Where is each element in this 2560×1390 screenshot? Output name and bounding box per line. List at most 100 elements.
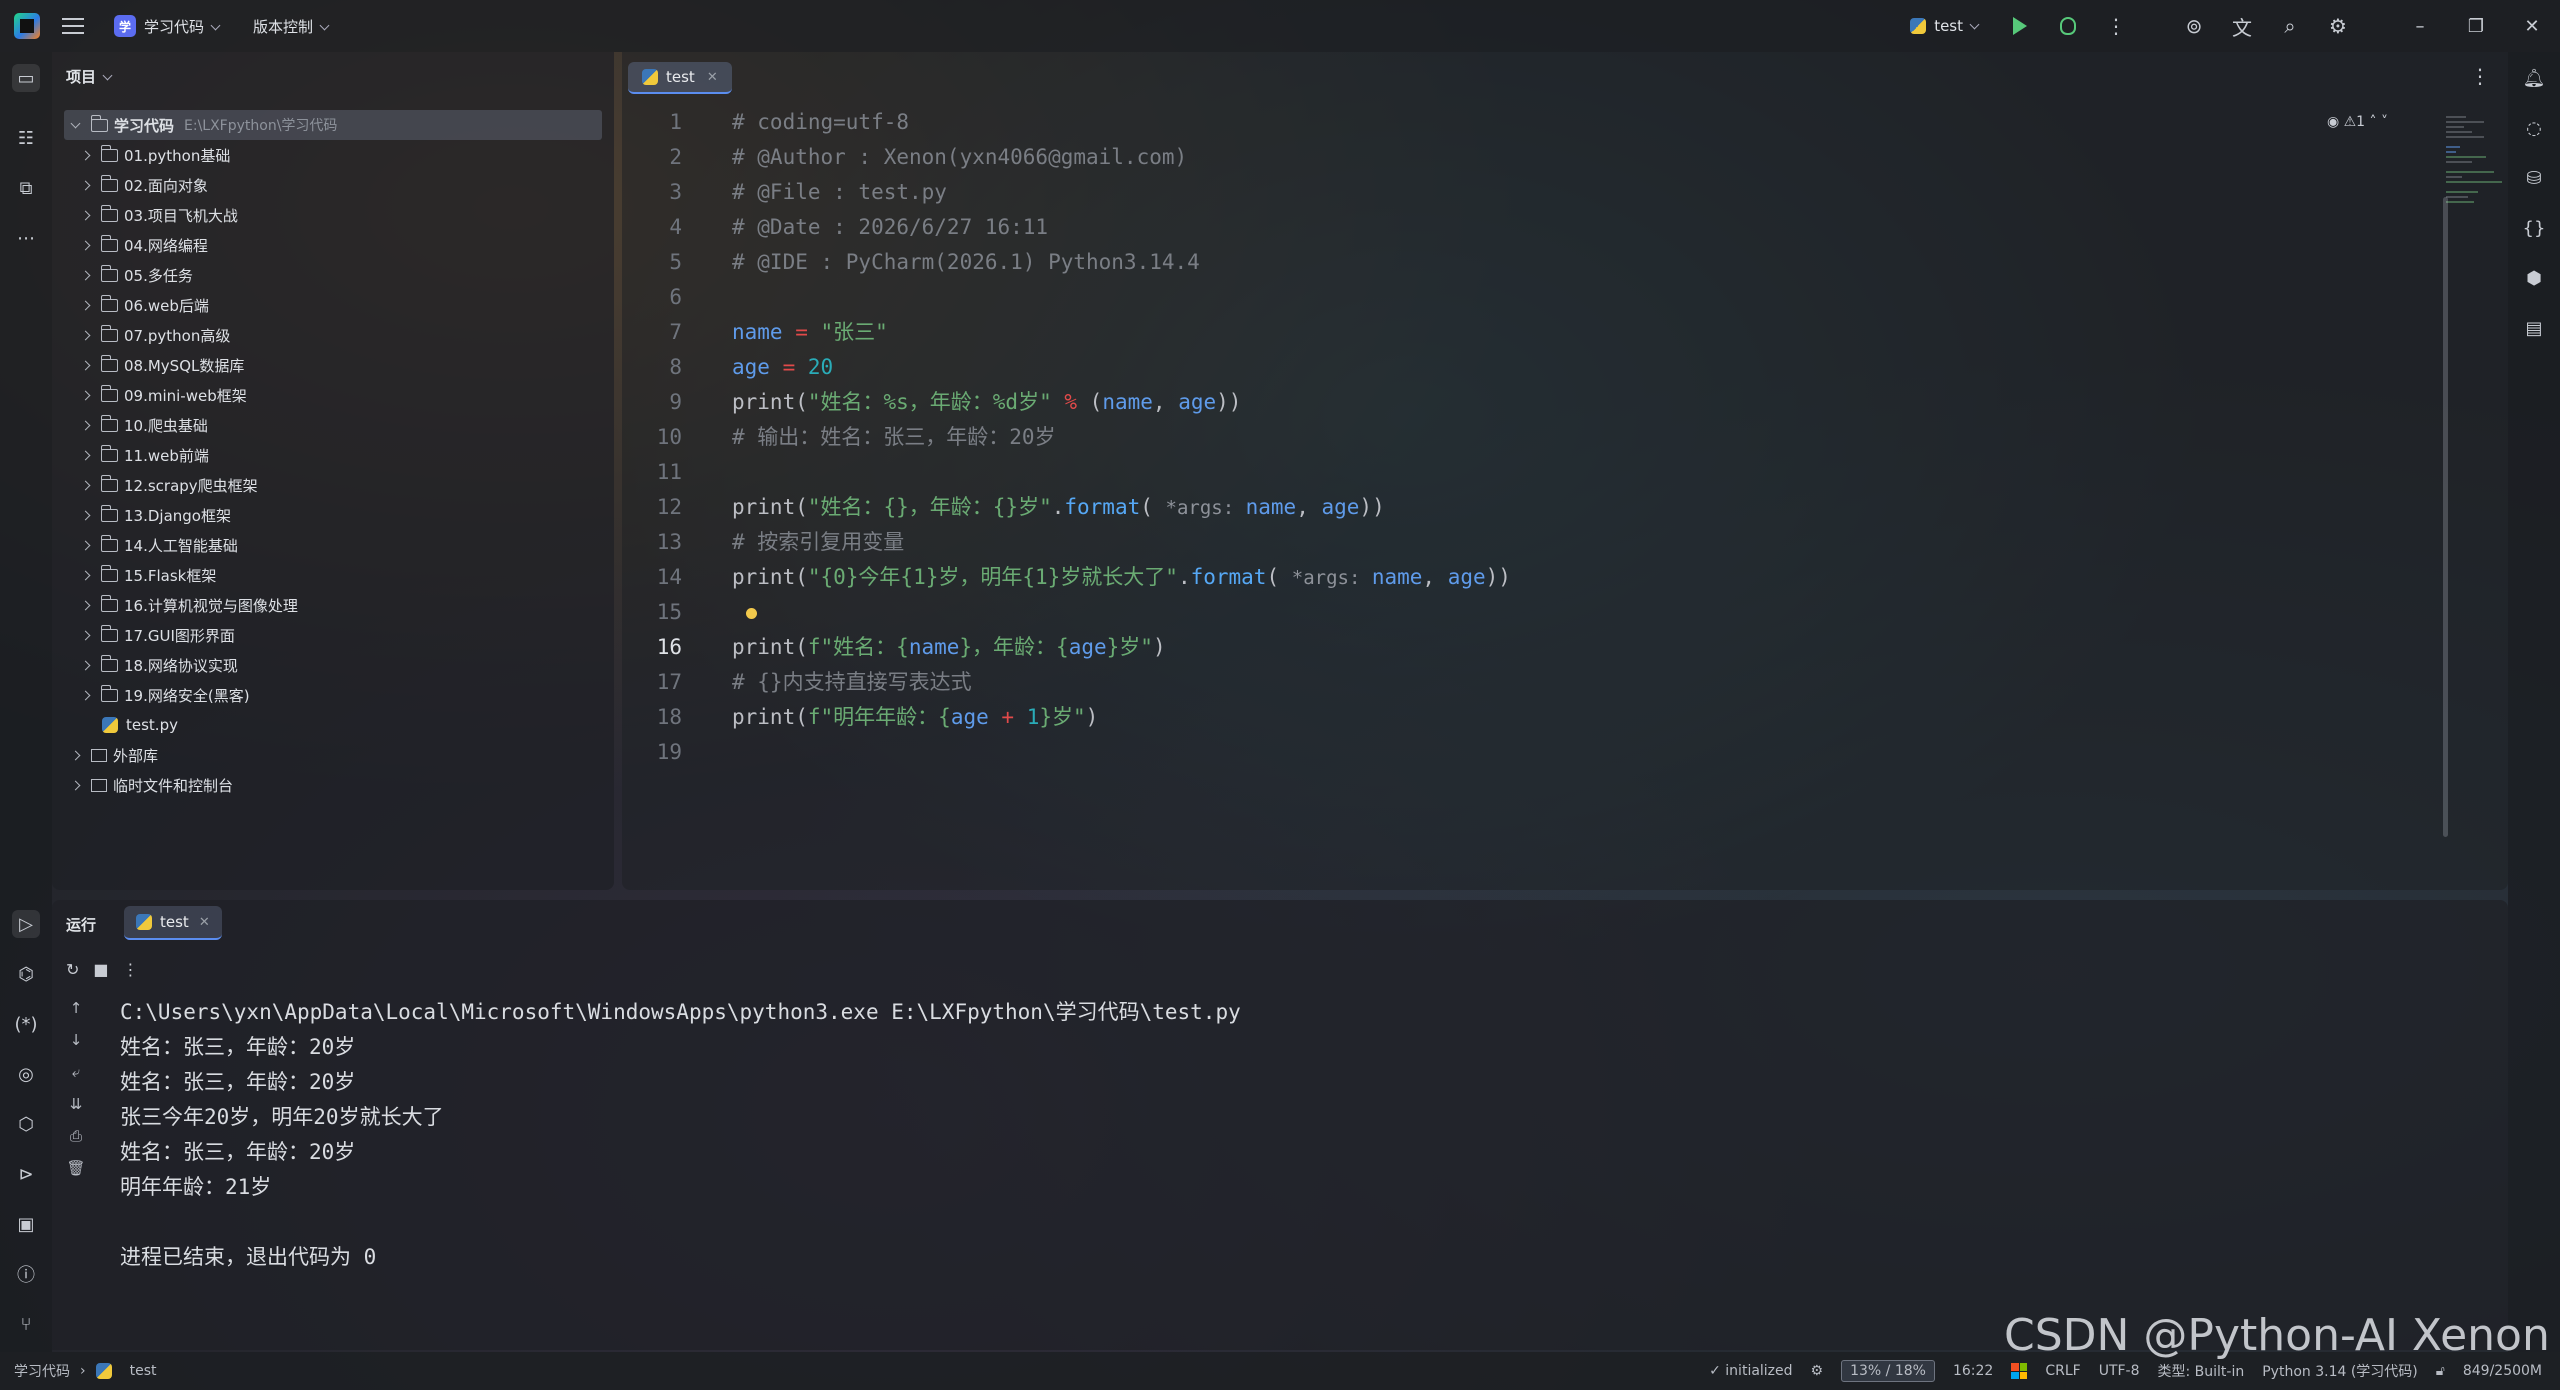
console-output[interactable]: C:\Users\yxn\AppData\Local\Microsoft\Win… [120,995,1241,1275]
lightbulb-icon[interactable] [746,608,757,619]
code-line-2[interactable]: # @Author : Xenon(yxn4066@gmail.com) [732,140,1511,175]
run-button[interactable] [2006,12,2034,40]
tree-scratches[interactable]: 临时文件和控制台 [52,770,614,800]
ai-chat-icon[interactable]: ◌ [2520,114,2548,142]
tree-folder[interactable]: 15.Flask框架 [52,560,614,590]
editor-tab-test[interactable]: test ✕ [628,62,732,94]
python-packages-icon[interactable]: ⧉ [12,174,40,202]
tree-folder[interactable]: 10.爬虫基础 [52,410,614,440]
restore-button[interactable]: ❐ [2448,16,2504,37]
hamburger-menu-icon[interactable] [62,18,84,34]
problems-icon[interactable]: ⓘ [12,1260,40,1288]
tree-folder[interactable]: 05.多任务 [52,260,614,290]
line-separator[interactable]: CRLF [2045,1363,2080,1379]
gear-status-icon[interactable]: ⚙ [1811,1363,1824,1379]
tree-folder[interactable]: 08.MySQL数据库 [52,350,614,380]
tree-folder[interactable]: 17.GUI图形界面 [52,620,614,650]
notifications-bell-icon[interactable]: 🔔︎ [2520,64,2548,92]
lsp-status[interactable]: ✓ initialized [1709,1363,1792,1379]
stop-icon[interactable]: ■ [93,960,108,979]
run-tab-test[interactable]: test ✕ [124,906,222,940]
tree-folder[interactable]: 19.网络安全(黑客) [52,680,614,710]
breadcrumb-file[interactable]: test [130,1363,157,1379]
code-line-1[interactable]: # coding=utf-8 [732,105,1511,140]
code-line-15[interactable] [732,595,1511,630]
services-play-icon[interactable]: ⊳ [12,1160,40,1188]
code-line-13[interactable]: # 按索引复用变量 [732,525,1511,560]
run-config-selector[interactable]: test [1910,17,1980,35]
expand-arrow-icon[interactable] [80,270,91,280]
expand-arrow-icon[interactable] [80,510,91,520]
close-tab-icon[interactable]: ✕ [707,70,718,85]
ai-assistant-icon[interactable]: ⊚ [2180,12,2208,40]
code-line-4[interactable]: # @Date : 2026/6/27 16:11 [732,210,1511,245]
database-icon[interactable]: ⛁ [2520,164,2548,192]
tree-folder[interactable]: 04.网络编程 [52,230,614,260]
code-line-16[interactable]: print(f"姓名：{name}，年龄：{age}岁") [732,630,1511,665]
documentation-icon[interactable]: ▤ [2520,314,2548,342]
expand-arrow-icon[interactable] [80,150,91,160]
services-icon[interactable]: ◎ [12,1060,40,1088]
tree-folder[interactable]: 18.网络协议实现 [52,650,614,680]
minimize-button[interactable]: – [2392,16,2448,37]
inspection-widget[interactable]: ◉ ⚠1 ˄ ˅ [2327,114,2388,130]
more-actions-icon[interactable]: ⋮ [2102,12,2130,40]
tree-folder[interactable]: 11.web前端 [52,440,614,470]
project-tool-folder-icon[interactable]: ▭ [12,64,40,92]
chevron-up-icon[interactable]: ˄ [2370,114,2377,130]
tree-folder[interactable]: 03.项目飞机大战 [52,200,614,230]
packages-cube-icon[interactable]: ⬡ [12,1110,40,1138]
tree-folder[interactable]: 13.Django框架 [52,500,614,530]
debug-button[interactable] [2054,12,2082,40]
print-icon[interactable]: ⎙ [52,1120,100,1152]
code-line-11[interactable] [732,455,1511,490]
python-interpreter[interactable]: Python 3.14 (学习代码) [2262,1361,2418,1381]
expand-arrow-icon[interactable] [80,240,91,250]
tree-folder[interactable]: 07.python高级 [52,320,614,350]
expand-arrow-icon[interactable] [80,420,91,430]
structure-tool-icon[interactable]: ☷ [12,124,40,152]
python-console-icon[interactable]: ⌬ [12,960,40,988]
expand-arrow-icon[interactable] [70,750,81,760]
code-lines[interactable]: # coding=utf-8 # @Author : Xenon(yxn4066… [732,105,1511,770]
expand-arrow-icon[interactable] [80,690,91,700]
expand-arrow-icon[interactable] [80,360,91,370]
tree-folder[interactable]: 06.web后端 [52,290,614,320]
expand-arrow-icon[interactable] [80,630,91,640]
expand-arrow-icon[interactable] [80,540,91,550]
expand-arrow-icon[interactable] [80,300,91,310]
project-switcher[interactable]: 学习代码 [144,16,221,37]
chevron-down-icon[interactable]: ˅ [2381,114,2388,130]
code-line-17[interactable]: # {}内支持直接写表达式 [732,665,1511,700]
scroll-up-icon[interactable]: ↑ [52,992,100,1024]
expand-arrow-icon[interactable] [80,330,91,340]
rerun-icon[interactable]: ↻ [66,960,79,979]
tree-folder[interactable]: 01.python基础 [52,140,614,170]
expand-arrow-icon[interactable] [80,390,91,400]
project-panel-header[interactable]: 项目 [66,66,113,87]
terminal-icon[interactable]: ▣ [12,1210,40,1238]
code-line-12[interactable]: print("姓名：{}，年龄：{}岁".format( *args: name… [732,490,1511,525]
breadcrumb-project[interactable]: 学习代码 [14,1361,70,1381]
regex-tool-icon[interactable]: (*) [12,1010,40,1038]
json-braces-icon[interactable]: {} [2520,214,2548,242]
lock-icon[interactable]: 🔓︎ [2436,1363,2445,1379]
code-line-3[interactable]: # @File : test.py [732,175,1511,210]
code-line-7[interactable]: name = "张三" [732,315,1511,350]
search-icon[interactable]: ⌕ [2276,12,2304,40]
scroll-down-icon[interactable]: ↓ [52,1024,100,1056]
more-options-icon[interactable]: ⋮ [123,960,139,979]
expand-arrow-icon[interactable] [80,570,91,580]
code-line-19[interactable] [732,735,1511,770]
translate-icon[interactable]: 文 [2228,12,2256,40]
expand-arrow-icon[interactable] [70,118,81,129]
file-type[interactable]: 类型: Built-in [2158,1361,2245,1381]
code-minimap[interactable] [2444,112,2504,252]
code-line-14[interactable]: print("{0}今年{1}岁，明年{1}岁就长大了".format( *ar… [732,560,1511,595]
run-tool-play-icon[interactable]: ▷ [12,910,40,938]
editor-scrollbar[interactable] [2443,197,2448,837]
code-line-8[interactable]: age = 20 [732,350,1511,385]
expand-arrow-icon[interactable] [80,210,91,220]
expand-arrow-icon[interactable] [80,180,91,190]
memory-indicator[interactable]: 849/2500M [2463,1363,2542,1379]
